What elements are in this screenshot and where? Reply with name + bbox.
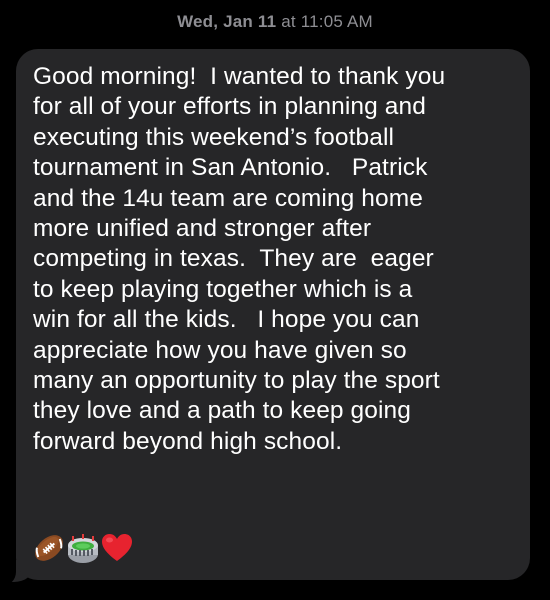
message-line: they love and a path to keep going <box>33 397 411 425</box>
message-line: competing in texas. They are eager <box>33 245 434 273</box>
message-line: for all of your efforts in planning and <box>33 93 426 121</box>
message-line: many an opportunity to play the sport <box>33 367 440 395</box>
message-line: appreciate how you have given so <box>33 336 407 364</box>
message-line: forward beyond high school. <box>33 427 343 455</box>
message-line: to keep playing together which is a <box>33 275 413 303</box>
stadium-icon <box>66 531 100 565</box>
message-line: executing this weekend’s football <box>33 123 395 151</box>
football-icon <box>32 531 66 565</box>
message-timestamp: Wed, Jan 11 at 11:05 AM <box>0 12 550 32</box>
message-line: Good morning! I wanted to thank you <box>33 63 446 90</box>
message-line: and the 14u team are coming home <box>33 184 423 212</box>
message-line: win for all the kids. I hope you can <box>33 306 420 334</box>
message-line: tournament in San Antonio. Patrick <box>33 154 428 182</box>
message-line: more unified and stronger after <box>33 215 372 243</box>
timestamp-day: Wed, Jan 11 <box>177 12 277 31</box>
timestamp-time: at 11:05 AM <box>281 12 373 31</box>
red-heart-icon <box>100 531 134 565</box>
emoji-row <box>32 529 134 567</box>
message-body: Good morning! I wanted to thank you for a… <box>33 62 528 457</box>
message-thread-screen: Wed, Jan 11 at 11:05 AM Good morning! I … <box>0 0 550 600</box>
